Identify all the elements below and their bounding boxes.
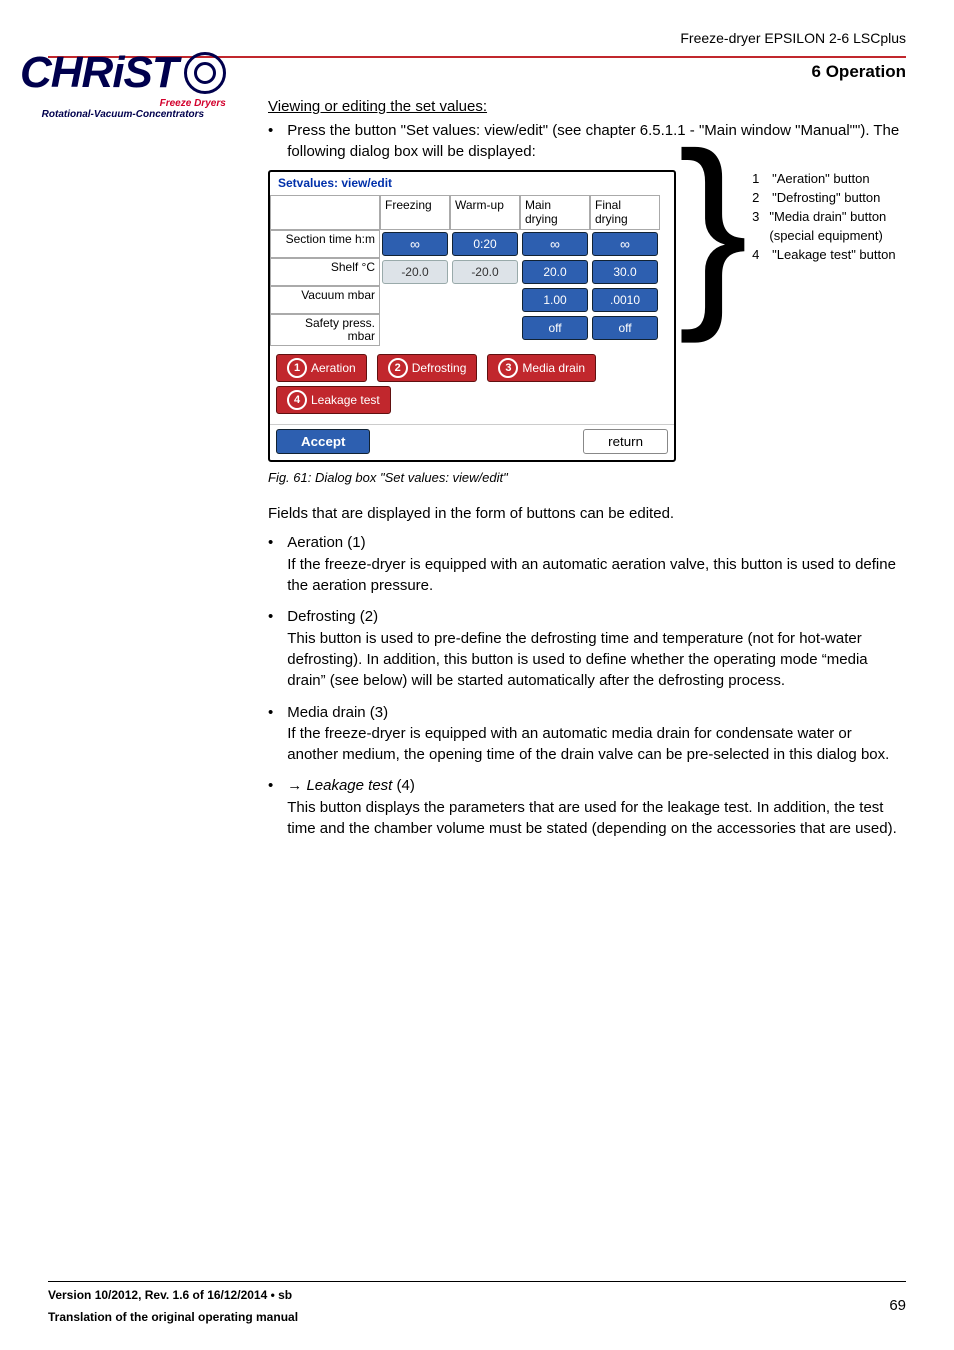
accept-button[interactable]: Accept (276, 429, 370, 454)
return-button[interactable]: return (583, 429, 668, 454)
leakage-test-button[interactable]: 4 Leakage test (276, 386, 391, 414)
media-drain-label: Media drain (522, 361, 585, 375)
legend-num-3: 3 (752, 208, 759, 246)
footer-version: Version 10/2012, Rev. 1.6 of 16/12/2014 … (48, 1288, 906, 1302)
row-vacuum-label: Vacuum mbar (270, 286, 380, 314)
section-time-main[interactable]: ∞ (522, 232, 588, 256)
defrosting-button[interactable]: 2 Defrosting (377, 354, 478, 382)
col-main-drying: Main drying (520, 195, 590, 229)
arrow-icon: → (287, 777, 306, 794)
vacuum-final[interactable]: .0010 (592, 288, 658, 312)
row-shelf-label: Shelf °C (270, 258, 380, 286)
leakage-test-label: Leakage test (311, 393, 380, 407)
logo-subtitle-1: Freeze Dryers (20, 98, 226, 109)
defrosting-label: Defrosting (412, 361, 467, 375)
safety-final[interactable]: off (592, 316, 658, 340)
badge-1: 1 (287, 358, 307, 378)
vacuum-main[interactable]: 1.00 (522, 288, 588, 312)
legend-num-2: 2 (752, 189, 762, 208)
section-time-freezing[interactable]: ∞ (382, 232, 448, 256)
body-paragraph: Fields that are displayed in the form of… (268, 503, 906, 524)
section-time-warmup[interactable]: 0:20 (452, 232, 518, 256)
logo-text: CHRiST (20, 48, 178, 98)
defrosting-item-title: Defrosting (2) (287, 606, 906, 627)
media-item-title: Media drain (3) (287, 702, 906, 723)
aeration-item-body: If the freeze-dryer is equipped with an … (287, 554, 906, 597)
bullet-icon: • (268, 121, 273, 162)
badge-2: 2 (388, 358, 408, 378)
leakage-title-suffix: (4) (392, 777, 415, 794)
row-section-time-label: Section time h:m (270, 230, 380, 258)
legend-text-3: "Media drain" button (special equipment) (769, 208, 906, 246)
col-freezing: Freezing (380, 195, 450, 229)
spiral-icon (184, 52, 226, 94)
col-warmup: Warm-up (450, 195, 520, 229)
bullet-icon: • (268, 775, 273, 839)
row-safety-label: Safety press. mbar (270, 314, 380, 346)
safety-main[interactable]: off (522, 316, 588, 340)
dialog-title: Setvalues: view/edit (270, 172, 674, 195)
legend: 1"Aeration" button 2"Defrosting" button … (752, 170, 906, 264)
legend-text-4: "Leakage test" button (772, 246, 895, 265)
bullet-icon: • (268, 702, 273, 766)
setvalues-dialog: Setvalues: view/edit Freezing Warm-up Ma… (268, 170, 676, 462)
shelf-freezing[interactable]: -20.0 (382, 260, 448, 284)
footer-translation: Translation of the original operating ma… (48, 1310, 906, 1324)
section-time-final[interactable]: ∞ (592, 232, 658, 256)
leakage-title-italic: Leakage test (306, 777, 392, 794)
subheading: Viewing or editing the set values: (268, 98, 906, 115)
shelf-final[interactable]: 30.0 (592, 260, 658, 284)
legend-text-1: "Aeration" button (772, 170, 869, 189)
aeration-item-title: Aeration (1) (287, 532, 906, 553)
media-drain-button[interactable]: 3 Media drain (487, 354, 596, 382)
shelf-main[interactable]: 20.0 (522, 260, 588, 284)
legend-num-1: 1 (752, 170, 762, 189)
bullet-icon: • (268, 606, 273, 691)
badge-3: 3 (498, 358, 518, 378)
col-final-drying: Final drying (590, 195, 660, 229)
product-name: Freeze-dryer EPSILON 2-6 LSCplus (48, 30, 906, 46)
leakage-item-body: This button displays the parameters that… (287, 797, 906, 840)
defrosting-item-body: This button is used to pre-define the de… (287, 628, 906, 692)
figure-caption: Fig. 61: Dialog box "Set values: view/ed… (268, 470, 906, 485)
legend-text-2: "Defrosting" button (772, 189, 880, 208)
legend-num-4: 4 (752, 246, 762, 265)
dialog-grid: Freezing Warm-up Main drying Final dryin… (270, 195, 674, 346)
aeration-label: Aeration (311, 361, 356, 375)
leakage-item-title: → Leakage test (4) (287, 775, 906, 796)
badge-4: 4 (287, 390, 307, 410)
intro-text: Press the button "Set values: view/edit"… (287, 121, 906, 162)
logo-subtitle-2: Rotational-Vacuum-Concentrators (20, 109, 226, 120)
media-item-body: If the freeze-dryer is equipped with an … (287, 723, 906, 766)
aeration-button[interactable]: 1 Aeration (276, 354, 367, 382)
shelf-warmup[interactable]: -20.0 (452, 260, 518, 284)
brand-logo: CHRiST Freeze Dryers Rotational-Vacuum-C… (20, 48, 226, 120)
page-number: 69 (889, 1297, 906, 1314)
page-footer: Version 10/2012, Rev. 1.6 of 16/12/2014 … (48, 1275, 906, 1324)
bullet-icon: • (268, 532, 273, 596)
brace-icon: } (678, 162, 748, 292)
